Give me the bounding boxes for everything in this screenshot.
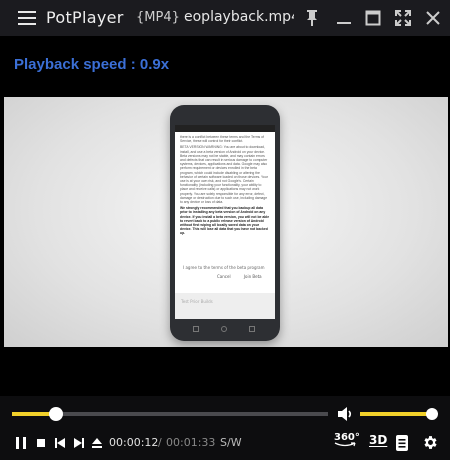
- close-icon[interactable]: [422, 7, 444, 29]
- control-bar: 00:00:12 / 00:01:33 S/W 360° 3D: [0, 396, 450, 460]
- playlist-icon[interactable]: [395, 434, 409, 451]
- eject-icon[interactable]: [90, 435, 104, 451]
- volume-slider-handle[interactable]: [426, 408, 438, 420]
- pause-icon[interactable]: [14, 435, 28, 451]
- file-format-label: {MP4}: [136, 10, 180, 25]
- gear-icon[interactable]: [422, 434, 439, 450]
- phone-cancel-label: Cancel: [217, 274, 231, 279]
- phone-join-label: Join Beta: [243, 274, 262, 279]
- video-area[interactable]: Playback speed : 0.9x there is a conflic…: [0, 36, 450, 396]
- minimize-icon[interactable]: [333, 7, 355, 29]
- volume-slider[interactable]: [360, 408, 438, 420]
- seek-bar-handle[interactable]: [49, 407, 63, 421]
- phone-checkbox-label: I agree to the terms of the beta program: [183, 265, 265, 270]
- total-time: 00:01:33: [166, 436, 216, 449]
- file-name-label: eoplayback.mp4: [184, 9, 294, 25]
- phone-paragraph: We strongly recommended that you backup …: [180, 206, 270, 236]
- title-bar: PotPlayer {MP4} eoplayback.mp4: [0, 0, 450, 36]
- vr-360-label: 360°: [334, 432, 360, 443]
- phone-paragraph: BETA VERSION WARNING: You are about to d…: [180, 145, 268, 205]
- phone-status-bar: [175, 125, 275, 132]
- current-time: 00:00:12: [109, 436, 159, 449]
- skip-next-icon[interactable]: [72, 435, 86, 451]
- fullscreen-icon[interactable]: [392, 7, 414, 29]
- volume-slider-fill: [360, 412, 434, 416]
- playback-speed-osd: Playback speed : 0.9x: [14, 56, 170, 73]
- app-name: PotPlayer: [46, 8, 124, 27]
- stop-icon[interactable]: [34, 435, 48, 451]
- time-separator: /: [158, 436, 162, 449]
- phone-image: there is a conflict between these terms …: [170, 105, 280, 341]
- phone-input-field: Test Prior Builds: [175, 293, 275, 319]
- subtitle-toggle[interactable]: S/W: [220, 436, 242, 449]
- maximize-icon[interactable]: [362, 7, 384, 29]
- video-frame: there is a conflict between these terms …: [4, 97, 448, 347]
- phone-screen: there is a conflict between these terms …: [175, 125, 275, 319]
- hamburger-menu-icon[interactable]: [18, 11, 36, 25]
- skip-previous-icon[interactable]: [53, 435, 67, 451]
- seek-bar[interactable]: [12, 407, 328, 421]
- phone-screen-text: there is a conflict between these terms …: [180, 135, 270, 238]
- 3d-button[interactable]: 3D: [369, 433, 387, 447]
- speaker-icon[interactable]: [336, 405, 354, 423]
- phone-nav-bar: [175, 323, 275, 335]
- phone-paragraph: there is a conflict between these terms …: [180, 135, 264, 144]
- phone-buttons: Cancel Join Beta: [217, 274, 274, 279]
- vr-360-button[interactable]: 360°: [334, 432, 360, 452]
- pin-icon[interactable]: [301, 7, 323, 29]
